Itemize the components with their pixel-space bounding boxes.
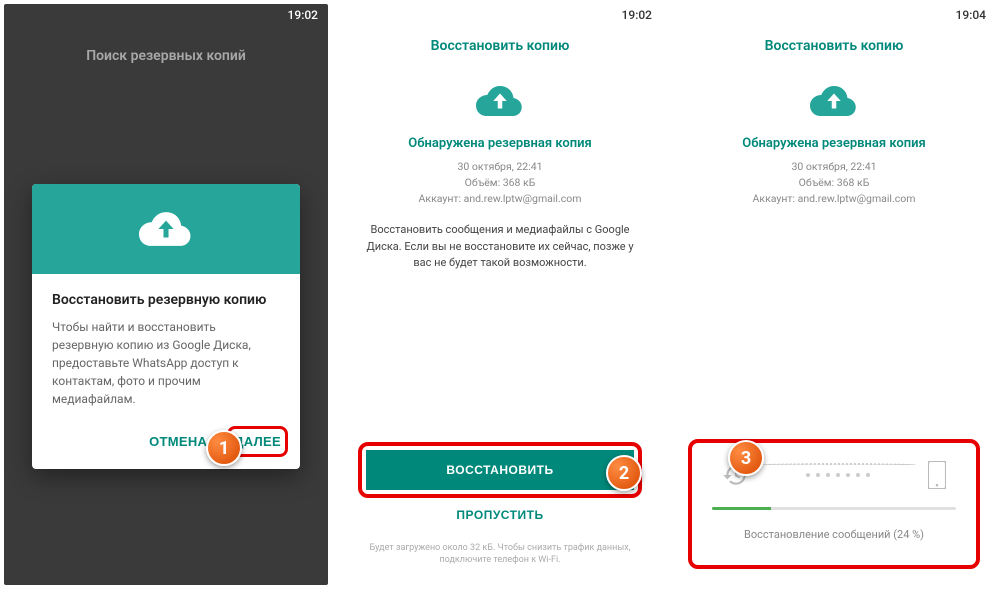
status-time: 19:02	[288, 8, 318, 22]
backup-size: Объём: 368 кБ	[753, 175, 916, 191]
cloud-upload-icon	[476, 84, 524, 122]
status-bar: 19:02	[338, 4, 662, 26]
backup-size: Объём: 368 кБ	[419, 175, 582, 191]
progress-bar	[712, 507, 956, 510]
step-badge-2: 2	[606, 455, 642, 491]
cloud-upload-icon	[810, 84, 858, 122]
screen-title: Восстановить копию	[338, 26, 662, 74]
restore-dialog: Восстановить резервную копию Чтобы найти…	[32, 184, 300, 469]
phone-screen-3: 19:04 Восстановить копию Обнаружена резе…	[672, 4, 996, 585]
progress-fill	[712, 507, 771, 510]
content-area: Обнаружена резервная копия 30 октября, 2…	[338, 74, 662, 442]
dialog-title: Восстановить резервную копию	[52, 292, 280, 308]
restore-button[interactable]: ВОССТАНОВИТЬ	[366, 450, 634, 490]
backup-date: 30 октября, 22:41	[753, 159, 916, 175]
backup-info: 30 октября, 22:41 Объём: 368 кБ Аккаунт:…	[753, 159, 916, 206]
restore-message: Восстановить сообщения и медиафайлы с Go…	[358, 222, 642, 272]
phone-screen-1: 19:02 Поиск резервных копий Восстановить…	[4, 4, 328, 585]
backup-found-title: Обнаружена резервная копия	[742, 136, 926, 151]
transfer-dots	[748, 473, 928, 477]
backup-account: Аккаунт: and.rew.lptw@gmail.com	[753, 191, 916, 207]
dialog-header	[32, 184, 300, 274]
status-time: 19:02	[622, 8, 652, 22]
cloud-upload-icon	[139, 210, 193, 248]
skip-button[interactable]: ПРОПУСТИТЬ	[358, 498, 642, 532]
status-time: 19:04	[956, 8, 986, 22]
backup-found-title: Обнаружена резервная копия	[408, 136, 592, 151]
dialog-body: Восстановить резервную копию Чтобы найти…	[32, 274, 300, 418]
status-bar: 19:02	[4, 4, 328, 26]
backup-date: 30 октября, 22:41	[419, 159, 582, 175]
phone-icon	[928, 461, 946, 489]
footer-text: Будет загружено около 32 кБ. Чтобы снизи…	[358, 542, 642, 567]
status-bar: 19:04	[672, 4, 996, 26]
backup-info: 30 октября, 22:41 Объём: 368 кБ Аккаунт:…	[419, 159, 582, 206]
progress-text: Восстановление сообщений (24 %)	[712, 528, 956, 541]
dialog-actions: ОТМЕНА ДАЛЕЕ	[32, 418, 300, 469]
screen-title: Поиск резервных копий	[4, 26, 328, 86]
step-badge-3: 3	[728, 440, 764, 476]
dialog-text: Чтобы найти и восстановить резервную коп…	[52, 318, 280, 408]
phone-screen-2: 19:02 Восстановить копию Обнаружена резе…	[338, 4, 662, 585]
content-area: Обнаружена резервная копия 30 октября, 2…	[672, 74, 996, 439]
screen-title: Восстановить копию	[672, 26, 996, 74]
backup-account: Аккаунт: and.rew.lptw@gmail.com	[419, 191, 582, 207]
step-badge-1: 1	[206, 430, 242, 466]
highlight-restore: ВОССТАНОВИТЬ	[358, 442, 642, 498]
